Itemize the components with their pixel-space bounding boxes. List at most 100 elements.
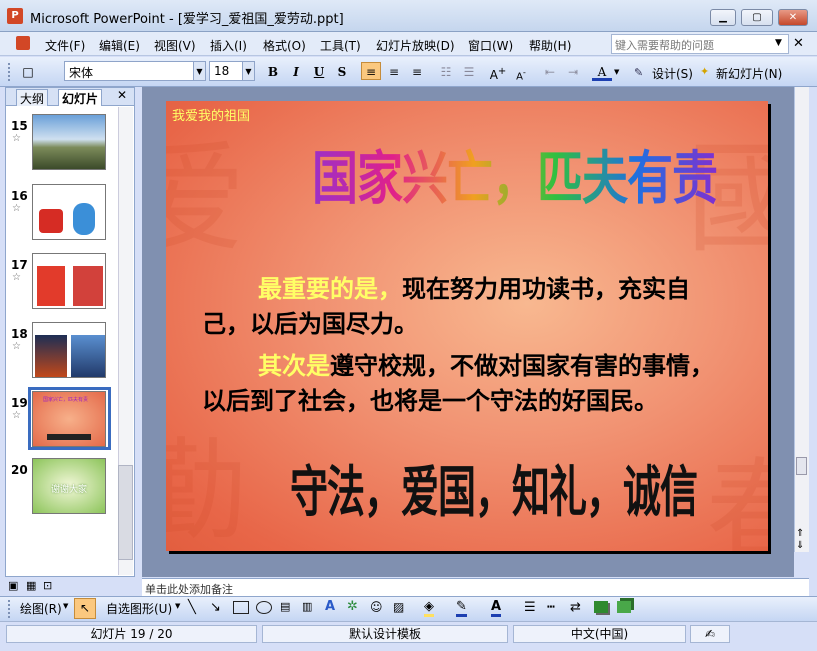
notes-pane[interactable]: 单击此处添加备注 (142, 578, 809, 596)
maximize-button[interactable]: ▢ (741, 9, 773, 26)
line-tool-icon[interactable]: ╲ (188, 600, 196, 615)
arrow-style-icon[interactable]: ⇄ (570, 600, 581, 615)
menu-view[interactable]: 视图(V) (153, 37, 197, 54)
powerpoint-icon[interactable]: P (7, 8, 23, 24)
thumb-18-num: 18 (11, 327, 28, 341)
thumb-20-num: 20 (11, 463, 28, 477)
normal-view-icon[interactable]: ▣ (8, 579, 18, 592)
diagram-icon[interactable]: ✲ (347, 599, 358, 614)
dash-style-icon[interactable]: ┅ (547, 600, 555, 615)
slide-paragraph-2: 其次是遵守校规，不做对国家有害的事情，以后到了社会，也将是一个守法的好国民。 (202, 348, 722, 418)
pane-close-icon[interactable]: ✕ (117, 88, 127, 102)
toolbar-grip[interactable] (8, 600, 11, 618)
line-style-icon[interactable]: ☰ (524, 600, 536, 615)
arrow-tool-icon[interactable]: ↘ (210, 600, 221, 615)
design-template-name[interactable]: 默认设计模板 (262, 625, 508, 643)
size-dropdown-arrow[interactable]: ▼ (242, 61, 255, 81)
thumb-figure (37, 266, 65, 306)
vertical-scrollbar[interactable] (794, 87, 809, 552)
vertical-textbox-icon[interactable]: ▥ (302, 600, 312, 613)
3d-style-icon[interactable] (617, 601, 631, 613)
watermark-seal: 春 (706, 447, 768, 551)
slide-thumbnail[interactable] (32, 184, 106, 240)
star-icon: ☆ (12, 410, 21, 421)
fill-color-icon[interactable]: ◈ (424, 599, 434, 617)
bullets-icon[interactable]: ☰ (459, 63, 479, 81)
oval-tool-icon[interactable] (256, 601, 272, 614)
font-color-icon[interactable]: A (491, 599, 502, 617)
underline-button[interactable]: U (309, 63, 329, 81)
line-color-icon[interactable]: ✎ (456, 599, 467, 617)
autoshape-menu[interactable]: 自选图形(U) (106, 600, 172, 617)
increase-font-icon[interactable]: A+ (488, 63, 508, 82)
font-name-select[interactable]: 宋体 (64, 61, 194, 81)
prev-slide-icon[interactable]: ⇑ (796, 528, 804, 539)
toolbar-grip[interactable] (8, 63, 11, 81)
draw-menu[interactable]: 绘图(R) (20, 600, 62, 617)
align-left-button[interactable]: ≡ (361, 62, 381, 80)
menu-window[interactable]: 窗口(W) (467, 37, 514, 54)
scroll-thumb[interactable] (118, 465, 133, 560)
close-button[interactable]: ✕ (778, 9, 808, 26)
new-document-icon[interactable]: □ (18, 63, 38, 81)
slideshow-view-icon[interactable]: ⊡ (43, 579, 52, 592)
thumb-figure (73, 266, 103, 306)
italic-button[interactable]: I (286, 63, 306, 81)
slide-thumbnail[interactable] (32, 253, 106, 309)
next-slide-icon[interactable]: ⇓ (796, 540, 804, 551)
decrease-indent-icon[interactable]: ⇤ (540, 63, 560, 81)
slide-canvas[interactable]: 爱 國 勤 春 我爱我的祖国 国家兴亡，匹夫有责 最重要的是，现在努力用功读书，… (166, 101, 768, 551)
chevron-down-icon[interactable]: ▼ (175, 602, 180, 610)
align-right-button[interactable]: ≡ (407, 63, 427, 81)
shadow-button[interactable]: S (332, 63, 352, 81)
window-title: Microsoft PowerPoint - [爱学习_爱祖国_爱劳动.ppt] (30, 12, 344, 27)
shadow-style-icon[interactable] (594, 601, 608, 613)
numbering-icon[interactable]: ☷ (436, 63, 456, 81)
font-size-select[interactable]: 18 (209, 61, 243, 81)
wordart-icon[interactable]: A (325, 599, 335, 614)
help-search-input[interactable]: 键入需要帮助的问题 (611, 34, 789, 54)
spelling-icon[interactable]: ✍ (690, 625, 730, 643)
decrease-font-icon[interactable]: A- (511, 63, 531, 82)
increase-indent-icon[interactable]: ⇥ (563, 63, 583, 81)
chevron-down-icon[interactable]: ▼ (775, 38, 782, 48)
align-center-button[interactable]: ≡ (384, 63, 404, 81)
menu-file[interactable]: 文件(F) (44, 37, 86, 54)
slide-thumbnail-selected[interactable]: 国家兴亡，匹夫有责 (32, 391, 106, 447)
menu-tools[interactable]: 工具(T) (319, 37, 362, 54)
new-slide-button[interactable]: 新幻灯片(N) (716, 65, 782, 82)
picture-icon[interactable]: ▨ (393, 600, 404, 614)
slide-thumbnail[interactable]: 谢谢大家 (32, 458, 106, 514)
star-icon: ☆ (12, 272, 21, 283)
font-color-button[interactable]: A (592, 63, 612, 81)
menu-insert[interactable]: 插入(I) (209, 37, 248, 54)
chevron-down-icon[interactable]: ▼ (63, 602, 68, 610)
menu-format[interactable]: 格式(O) (262, 37, 307, 54)
slide-headline: 国家兴亡，匹夫有责 (312, 133, 718, 216)
menu-slideshow[interactable]: 幻灯片放映(D) (375, 37, 456, 54)
select-pointer-icon[interactable]: ↖ (74, 598, 96, 619)
slide-thumbnail[interactable] (32, 114, 106, 170)
slide-paragraph-1: 最重要的是，现在努力用功读书，充实自己，以后为国尽力。 (202, 271, 722, 341)
menu-help[interactable]: 帮助(H) (528, 37, 572, 54)
star-icon: ☆ (12, 203, 21, 214)
menu-edit[interactable]: 编辑(E) (98, 37, 141, 54)
clipart-icon[interactable]: ☺ (370, 600, 383, 614)
thumb-figure (71, 335, 105, 377)
rectangle-tool-icon[interactable] (233, 601, 249, 614)
scroll-thumb[interactable] (796, 457, 807, 475)
textbox-icon[interactable]: ▤ (280, 600, 290, 613)
design-button[interactable]: 设计(S) (652, 65, 693, 82)
close-doc-icon[interactable]: ✕ (793, 36, 804, 51)
p2-lead: 其次是 (258, 351, 330, 380)
slide-thumbnail[interactable] (32, 322, 106, 378)
bold-button[interactable]: B (263, 63, 283, 81)
font-dropdown-arrow[interactable]: ▼ (193, 61, 206, 81)
sorter-view-icon[interactable]: ▦ (26, 579, 36, 592)
font-color-dropdown-icon[interactable]: ▼ (614, 68, 619, 76)
language-indicator: 中文(中国) (513, 625, 686, 643)
minimize-button[interactable]: ▁ (710, 9, 736, 26)
tab-slides[interactable]: 幻灯片 (58, 89, 103, 106)
tab-outline[interactable]: 大纲 (16, 89, 49, 106)
doc-icon[interactable] (16, 36, 30, 50)
